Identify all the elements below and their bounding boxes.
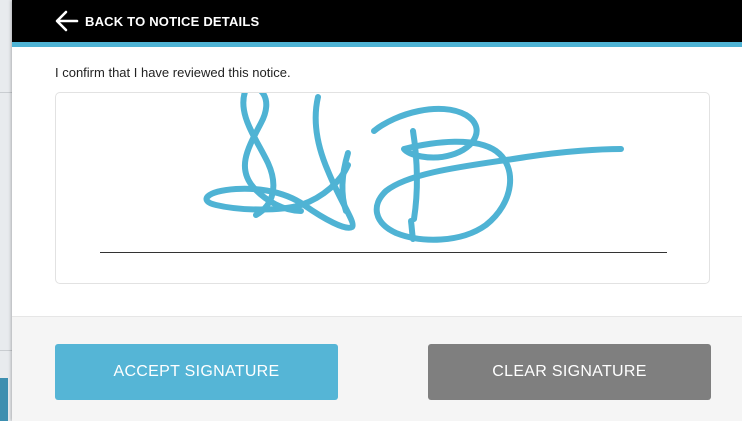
modal-footer: ACCEPT SIGNATURE CLEAR SIGNATURE bbox=[12, 317, 742, 421]
accept-signature-button[interactable]: ACCEPT SIGNATURE bbox=[55, 344, 338, 400]
background-accent-block bbox=[0, 378, 8, 421]
arrow-left-icon bbox=[55, 10, 79, 32]
signature-baseline bbox=[100, 252, 667, 253]
confirmation-statement: I confirm that I have reviewed this noti… bbox=[55, 65, 291, 80]
modal-header: BACK TO NOTICE DETAILS bbox=[12, 0, 742, 47]
background-page-edge bbox=[0, 0, 12, 421]
background-divider bbox=[0, 92, 12, 93]
signature-modal: BACK TO NOTICE DETAILS I confirm that I … bbox=[12, 0, 742, 421]
back-to-notice-details-link[interactable]: BACK TO NOTICE DETAILS bbox=[54, 8, 259, 34]
signature-pad[interactable] bbox=[55, 92, 710, 284]
signature-drawing bbox=[203, 93, 624, 243]
background-divider bbox=[0, 350, 12, 351]
back-link-label: BACK TO NOTICE DETAILS bbox=[85, 13, 260, 29]
clear-signature-button[interactable]: CLEAR SIGNATURE bbox=[428, 344, 711, 400]
